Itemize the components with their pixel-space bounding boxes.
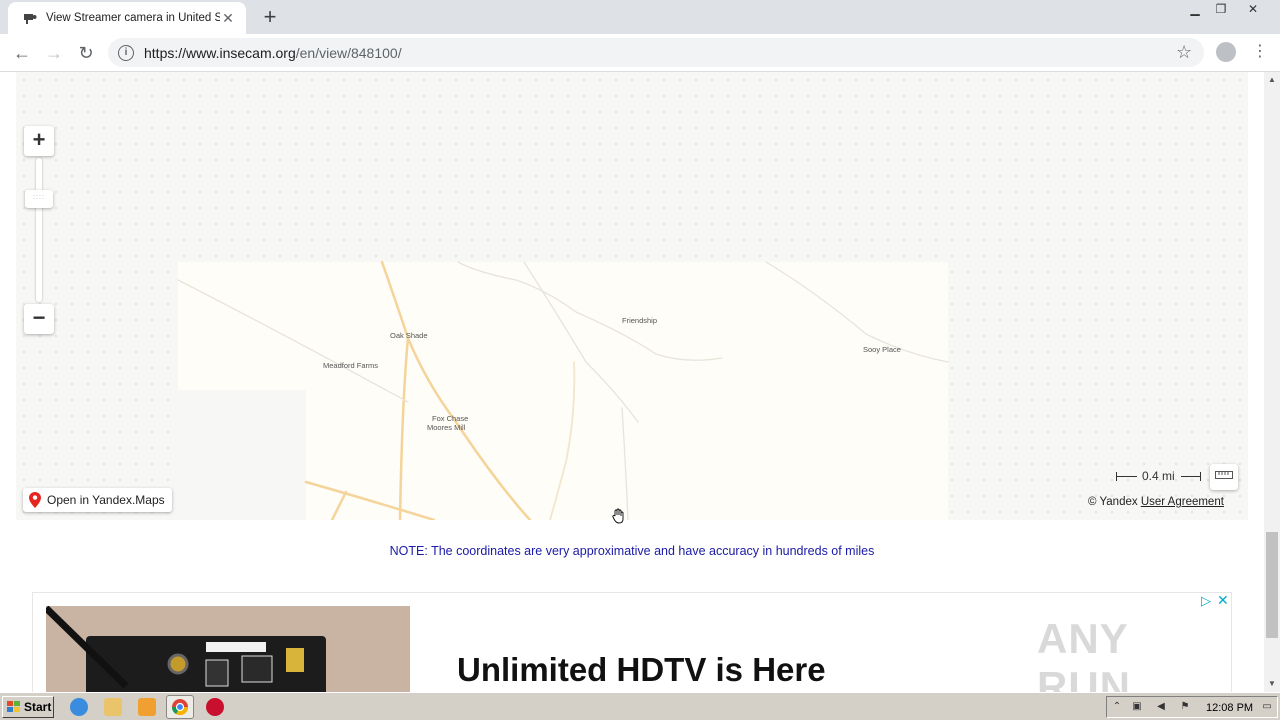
hand-cursor-icon [612,508,624,524]
stop-icon[interactable] [206,698,224,716]
zoom-in-button[interactable]: + [24,126,54,156]
advertisement[interactable]: Unlimited HDTV is Here ▷ ✕ ANY RUN [32,592,1232,692]
zoom-slider-handle[interactable]: :::: [25,190,53,208]
bookmark-star-icon[interactable]: ☆ [1176,42,1192,63]
map-label-moores-mill: Moores Mill [427,423,466,432]
windows-flag-icon [7,701,20,712]
profile-avatar-icon[interactable] [1216,42,1236,62]
taskbar: Start ⌃ ▣ ◀ ⚑ 12:08 PM ▭ [0,692,1280,720]
zoom-out-button[interactable]: − [24,304,54,334]
minimize-icon[interactable]: ▁ [1182,0,1208,20]
ie-icon[interactable] [70,698,88,716]
browser-toolbar: ← → ↻ i https://www.insecam.org/en/view/… [0,34,1280,72]
coordinates-note: NOTE: The coordinates are very approxima… [389,544,875,558]
map-label-friendship: Friendship [622,316,657,325]
network-icon[interactable]: ▣ [1130,701,1144,713]
media-player-icon[interactable] [138,698,156,716]
tab-strip: View Streamer camera in United Stat ✕ + … [0,0,1280,34]
adchoices-icon[interactable]: ▷ [1201,593,1211,609]
reload-icon[interactable]: ↻ [74,41,98,65]
restore-icon[interactable]: ❐ [1208,0,1234,20]
yandex-map[interactable]: Oak Shade Meadford Farms Friendship Sooy… [16,72,1248,524]
chrome-taskbar-button[interactable] [166,695,194,719]
address-bar[interactable]: i https://www.insecam.org/en/view/848100… [108,38,1204,67]
start-button[interactable]: Start [2,696,54,718]
scroll-down-icon[interactable]: ▼ [1264,676,1280,692]
page-scrollbar[interactable]: ▲ ▼ [1264,72,1280,692]
ruler-icon[interactable] [1210,464,1238,490]
ad-device-illustration [46,606,410,692]
map-pin-icon [29,492,41,508]
browser-tab[interactable]: View Streamer camera in United Stat ✕ [8,2,246,34]
yandex-copyright: © Yandex [1088,496,1138,508]
folder-icon[interactable] [104,698,122,716]
ad-image[interactable] [46,606,410,692]
close-tab-icon[interactable]: ✕ [220,10,236,26]
ad-close-icon[interactable]: ✕ [1217,593,1229,609]
url-text: https://www.insecam.org/en/view/848100/ [144,45,402,61]
camera-icon [22,10,38,26]
map-tiles: Oak Shade Meadford Farms Friendship Sooy… [177,260,949,520]
map-tile-gap [178,390,306,520]
user-agreement-link[interactable]: User Agreement [1141,496,1224,508]
scroll-up-icon[interactable]: ▲ [1264,72,1280,88]
back-icon[interactable]: ← [10,41,34,65]
tray-arrow-icon[interactable]: ⌃ [1110,701,1124,713]
forward-icon[interactable]: → [42,41,66,65]
scale-bar-right [1180,471,1201,481]
open-in-yandex-label: Open in Yandex.Maps [47,493,165,507]
open-in-yandex-maps-button[interactable]: Open in Yandex.Maps [23,488,172,512]
flag-icon[interactable]: ⚑ [1178,701,1192,713]
volume-icon[interactable]: ◀ [1154,701,1168,713]
show-desktop-icon[interactable]: ▭ [1260,701,1274,713]
map-label-meadford-farms: Meadford Farms [323,361,378,370]
info-icon[interactable]: i [118,44,134,61]
map-scale: 0.4 mi [1116,469,1201,483]
url-host: https://www.insecam.org [144,44,296,61]
tab-title: View Streamer camera in United Stat [46,12,220,24]
chrome-icon [171,699,189,716]
scrollbar-thumb[interactable] [1266,532,1278,638]
clock: 12:08 PM [1206,702,1254,714]
map-label-oak-shade: Oak Shade [390,331,428,340]
close-window-icon[interactable]: ✕ [1240,0,1266,20]
url-path: /en/view/848100/ [295,44,402,61]
new-tab-button[interactable]: + [258,6,282,30]
start-label: Start [24,700,52,714]
scale-label: 0.4 mi [1142,469,1175,483]
zoom-slider-track[interactable] [36,158,42,302]
map-copyright: © Yandex User Agreement [1088,496,1224,508]
scale-bar-left [1116,471,1137,481]
map-label-fox-chase: Fox Chase [432,414,468,423]
anyrun-watermark: ANY RUN [1037,615,1131,692]
kebab-menu-icon[interactable]: ⋮ [1252,42,1268,62]
ad-headline[interactable]: Unlimited HDTV is Here [457,651,826,689]
page-content: Oak Shade Meadford Farms Friendship Sooy… [0,72,1264,692]
map-label-sooy-place: Sooy Place [863,345,901,354]
